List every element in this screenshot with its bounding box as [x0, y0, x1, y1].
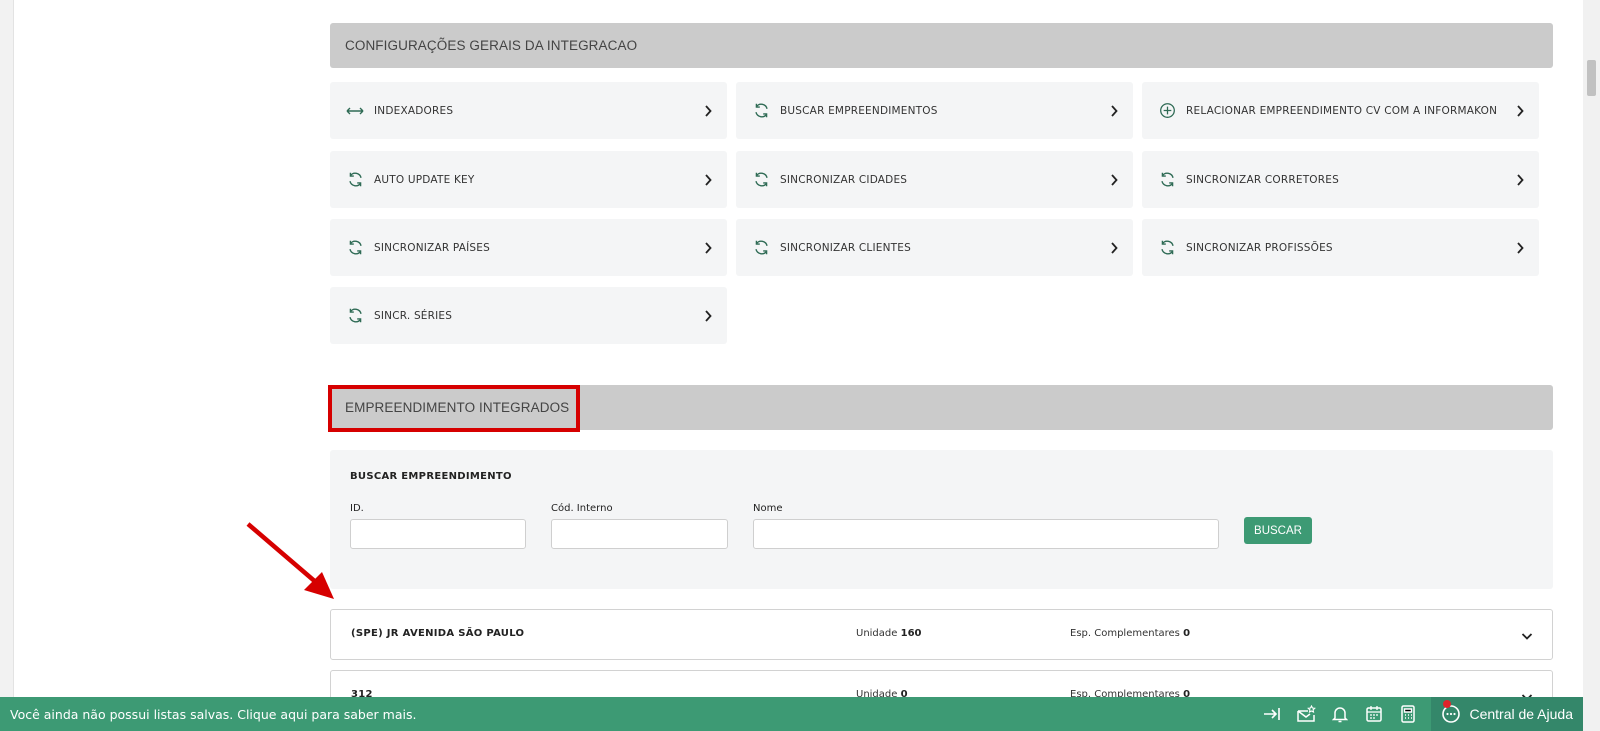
unit-label: Unidade: [856, 628, 898, 639]
action-sincronizar-corretores[interactable]: SINCRONIZAR CORRETORES: [1142, 151, 1539, 208]
action-label: SINCRONIZAR PAÍSES: [374, 241, 490, 254]
name-input[interactable]: [753, 519, 1219, 549]
esp-label: Esp. Complementares: [1070, 628, 1180, 639]
chevron-right-icon: [703, 241, 713, 254]
scrollbar[interactable]: [1583, 0, 1600, 731]
help-center-label: Central de Ajuda: [1469, 706, 1573, 722]
chevron-right-icon: [1109, 173, 1119, 186]
result-name: (SPE) JR AVENIDA SÃO PAULO: [351, 628, 525, 639]
action-label: SINCRONIZAR PROFISSÕES: [1186, 241, 1333, 254]
general-config-title: CONFIGURAÇÕES GERAIS DA INTEGRACAO: [345, 38, 638, 53]
chevron-right-icon: [703, 309, 713, 322]
action-sincronizar-profissoes[interactable]: SINCRONIZAR PROFISSÕES: [1142, 219, 1539, 276]
action-label: SINCRONIZAR CIDADES: [780, 173, 908, 186]
search-button[interactable]: BUSCAR: [1244, 517, 1312, 544]
arrows-horizontal-icon: [346, 102, 364, 120]
action-label: SINCRONIZAR CORRETORES: [1186, 173, 1339, 186]
search-title: BUSCAR EMPREENDIMENTO: [350, 471, 512, 482]
sync-icon: [346, 239, 364, 257]
action-indexadores[interactable]: INDEXADORES: [330, 82, 727, 139]
calendar-icon[interactable]: [1357, 697, 1391, 731]
chevron-right-icon: [1515, 104, 1525, 117]
sync-icon: [752, 102, 770, 120]
code-input[interactable]: [551, 519, 728, 549]
result-unit: Unidade 160: [856, 628, 921, 639]
search-panel: BUSCAR EMPREENDIMENTO ID. Cód. Interno N…: [330, 450, 1553, 589]
chevron-right-icon: [1109, 104, 1119, 117]
action-label: SINCRONIZAR CLIENTES: [780, 241, 911, 254]
sync-icon: [752, 239, 770, 257]
general-config-header: CONFIGURAÇÕES GERAIS DA INTEGRACAO: [330, 23, 1553, 68]
plus-circle-icon: [1158, 102, 1176, 120]
action-label: RELACIONAR EMPREENDIMENTO CV COM A INFOR…: [1186, 104, 1498, 117]
help-center-button[interactable]: Central de Ajuda: [1431, 697, 1583, 731]
action-relacionar-empreendimento[interactable]: RELACIONAR EMPREENDIMENTO CV COM A INFOR…: [1142, 82, 1539, 139]
action-auto-update-key[interactable]: AUTO UPDATE KEY: [330, 151, 727, 208]
scrollbar-thumb[interactable]: [1587, 60, 1596, 96]
chevron-right-icon: [1515, 173, 1525, 186]
bell-icon[interactable]: [1323, 697, 1357, 731]
calculator-icon[interactable]: [1391, 697, 1425, 731]
left-panel-edge: [0, 0, 14, 731]
saved-lists-message[interactable]: Você ainda não possui listas salvas. Cli…: [0, 707, 1255, 722]
name-label: Nome: [753, 503, 783, 514]
chevron-right-icon: [1109, 241, 1119, 254]
action-label: INDEXADORES: [374, 104, 454, 117]
action-label: AUTO UPDATE KEY: [374, 173, 475, 186]
esp-value: 0: [1183, 628, 1191, 639]
highlight-box-annotation: [328, 385, 580, 432]
sync-icon: [346, 307, 364, 325]
chevron-right-icon: [1515, 241, 1525, 254]
action-label: BUSCAR EMPREENDIMENTOS: [780, 104, 938, 117]
mail-star-icon[interactable]: [1289, 697, 1323, 731]
action-sincr-series[interactable]: SINCR. SÉRIES: [330, 287, 727, 344]
sync-icon: [1158, 239, 1176, 257]
sync-icon: [752, 171, 770, 189]
footer-icons: Central de Ajuda: [1255, 697, 1583, 731]
red-arrow-annotation: [246, 522, 334, 599]
action-sincronizar-paises[interactable]: SINCRONIZAR PAÍSES: [330, 219, 727, 276]
sync-icon: [1158, 171, 1176, 189]
sync-icon: [346, 171, 364, 189]
result-esp: Esp. Complementares 0: [1070, 628, 1190, 639]
id-input[interactable]: [350, 519, 526, 549]
unit-value: 160: [900, 628, 922, 639]
action-sincronizar-cidades[interactable]: SINCRONIZAR CIDADES: [736, 151, 1133, 208]
chevron-right-icon: [703, 104, 713, 117]
result-row[interactable]: (SPE) JR AVENIDA SÃO PAULO Unidade 160 E…: [330, 609, 1553, 660]
chevron-right-icon: [703, 173, 713, 186]
arrow-to-right-icon[interactable]: [1255, 697, 1289, 731]
action-label: SINCR. SÉRIES: [374, 309, 453, 322]
id-label: ID.: [350, 503, 364, 514]
action-sincronizar-clientes[interactable]: SINCRONIZAR CLIENTES: [736, 219, 1133, 276]
footer-bar: Você ainda não possui listas salvas. Cli…: [0, 697, 1583, 731]
action-buscar-empreendimentos[interactable]: BUSCAR EMPREENDIMENTOS: [736, 82, 1133, 139]
chevron-down-icon[interactable]: [1520, 629, 1534, 643]
code-label: Cód. Interno: [551, 503, 613, 514]
